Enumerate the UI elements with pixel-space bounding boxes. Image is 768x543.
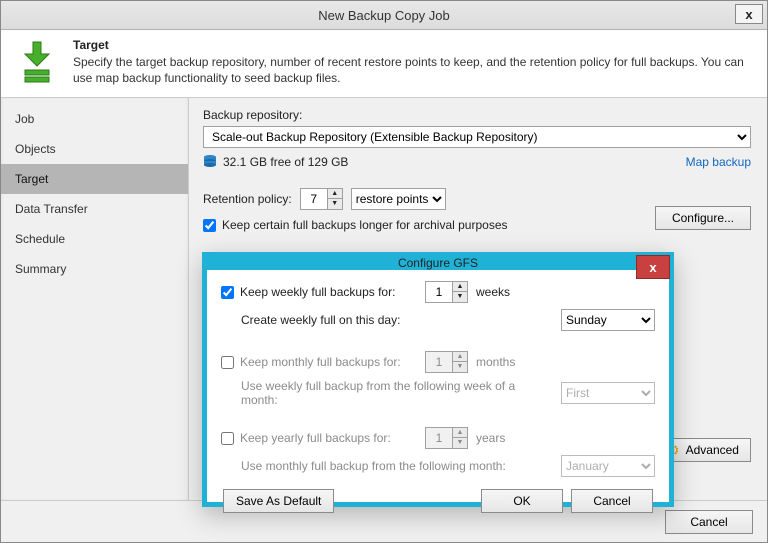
gfs-title: Configure GFS — [206, 256, 670, 270]
header-description: Specify the target backup repository, nu… — [73, 54, 755, 86]
gfs-yearly-unit: years — [476, 431, 505, 445]
gfs-weekly-stepper[interactable]: ▲▼ — [425, 281, 468, 303]
map-backup-link[interactable]: Map backup — [686, 155, 751, 169]
sidebar-item-job[interactable]: Job — [1, 104, 188, 134]
gfs-weekly-day-select[interactable]: Sunday — [561, 309, 655, 331]
gfs-monthly-stepper: ▲▼ — [425, 351, 468, 373]
gfs-yearly-checkbox[interactable] — [221, 432, 234, 445]
spin-up-icon: ▲ — [453, 428, 467, 438]
cancel-button[interactable]: Cancel — [665, 510, 753, 534]
wizard-header: Target Specify the target backup reposit… — [1, 30, 767, 98]
spin-up-icon[interactable]: ▲ — [453, 282, 467, 292]
gfs-weekly-sub: Create weekly full on this day: — [241, 313, 553, 327]
sidebar-item-datatransfer[interactable]: Data Transfer — [1, 194, 188, 224]
sidebar-item-objects[interactable]: Objects — [1, 134, 188, 164]
retention-value[interactable] — [301, 189, 327, 209]
titlebar: New Backup Copy Job x — [1, 1, 767, 30]
gfs-yearly-stepper: ▲▼ — [425, 427, 468, 449]
storage-free-text: 32.1 GB free of 129 GB — [223, 155, 348, 169]
spin-down-icon[interactable]: ▼ — [453, 292, 467, 302]
keep-full-label: Keep certain full backups longer for arc… — [222, 218, 508, 232]
retention-unit-select[interactable]: restore points — [351, 188, 446, 210]
gfs-monthly-week-select: First — [561, 382, 655, 404]
spin-up-icon: ▲ — [453, 352, 467, 362]
retention-label: Retention policy: — [203, 192, 292, 206]
target-icon — [13, 40, 61, 87]
sidebar-item-summary[interactable]: Summary — [1, 254, 188, 284]
wizard-sidebar: Job Objects Target Data Transfer Schedul… — [1, 98, 189, 500]
header-title: Target — [73, 38, 755, 52]
gfs-dialog: Configure GFS x Keep weekly full backups… — [202, 252, 674, 507]
main-window: New Backup Copy Job x Target Specify the… — [0, 0, 768, 543]
gfs-monthly-sub: Use weekly full backup from the followin… — [241, 379, 553, 407]
gfs-monthly-unit: months — [476, 355, 515, 369]
gfs-cancel-button[interactable]: Cancel — [571, 489, 653, 513]
gfs-monthly-checkbox[interactable] — [221, 356, 234, 369]
spin-down-icon[interactable]: ▼ — [328, 199, 342, 209]
gfs-ok-button[interactable]: OK — [481, 489, 563, 513]
gfs-titlebar: Configure GFS x — [206, 256, 670, 270]
configure-button[interactable]: Configure... — [655, 206, 751, 230]
sidebar-item-schedule[interactable]: Schedule — [1, 224, 188, 254]
gfs-yearly-month-select: January — [561, 455, 655, 477]
gfs-save-default-button[interactable]: Save As Default — [223, 489, 334, 513]
gfs-weekly-label: Keep weekly full backups for: — [240, 285, 395, 299]
spin-up-icon[interactable]: ▲ — [328, 189, 342, 199]
gfs-weekly-checkbox[interactable] — [221, 286, 234, 299]
gfs-monthly-label: Keep monthly full backups for: — [240, 355, 401, 369]
gfs-weekly-unit: weeks — [476, 285, 510, 299]
disk-icon — [203, 154, 217, 170]
window-close-button[interactable]: x — [735, 4, 763, 24]
gfs-yearly-label: Keep yearly full backups for: — [240, 431, 391, 445]
keep-full-checkbox[interactable] — [203, 219, 216, 232]
retention-stepper[interactable]: ▲▼ — [300, 188, 343, 210]
spin-down-icon: ▼ — [453, 438, 467, 448]
window-title: New Backup Copy Job — [1, 8, 767, 23]
repo-select[interactable]: Scale-out Backup Repository (Extensible … — [203, 126, 751, 148]
sidebar-item-target[interactable]: Target — [1, 164, 188, 194]
repo-label: Backup repository: — [203, 108, 751, 122]
gfs-yearly-sub: Use monthly full backup from the followi… — [241, 459, 553, 473]
spin-down-icon: ▼ — [453, 362, 467, 372]
